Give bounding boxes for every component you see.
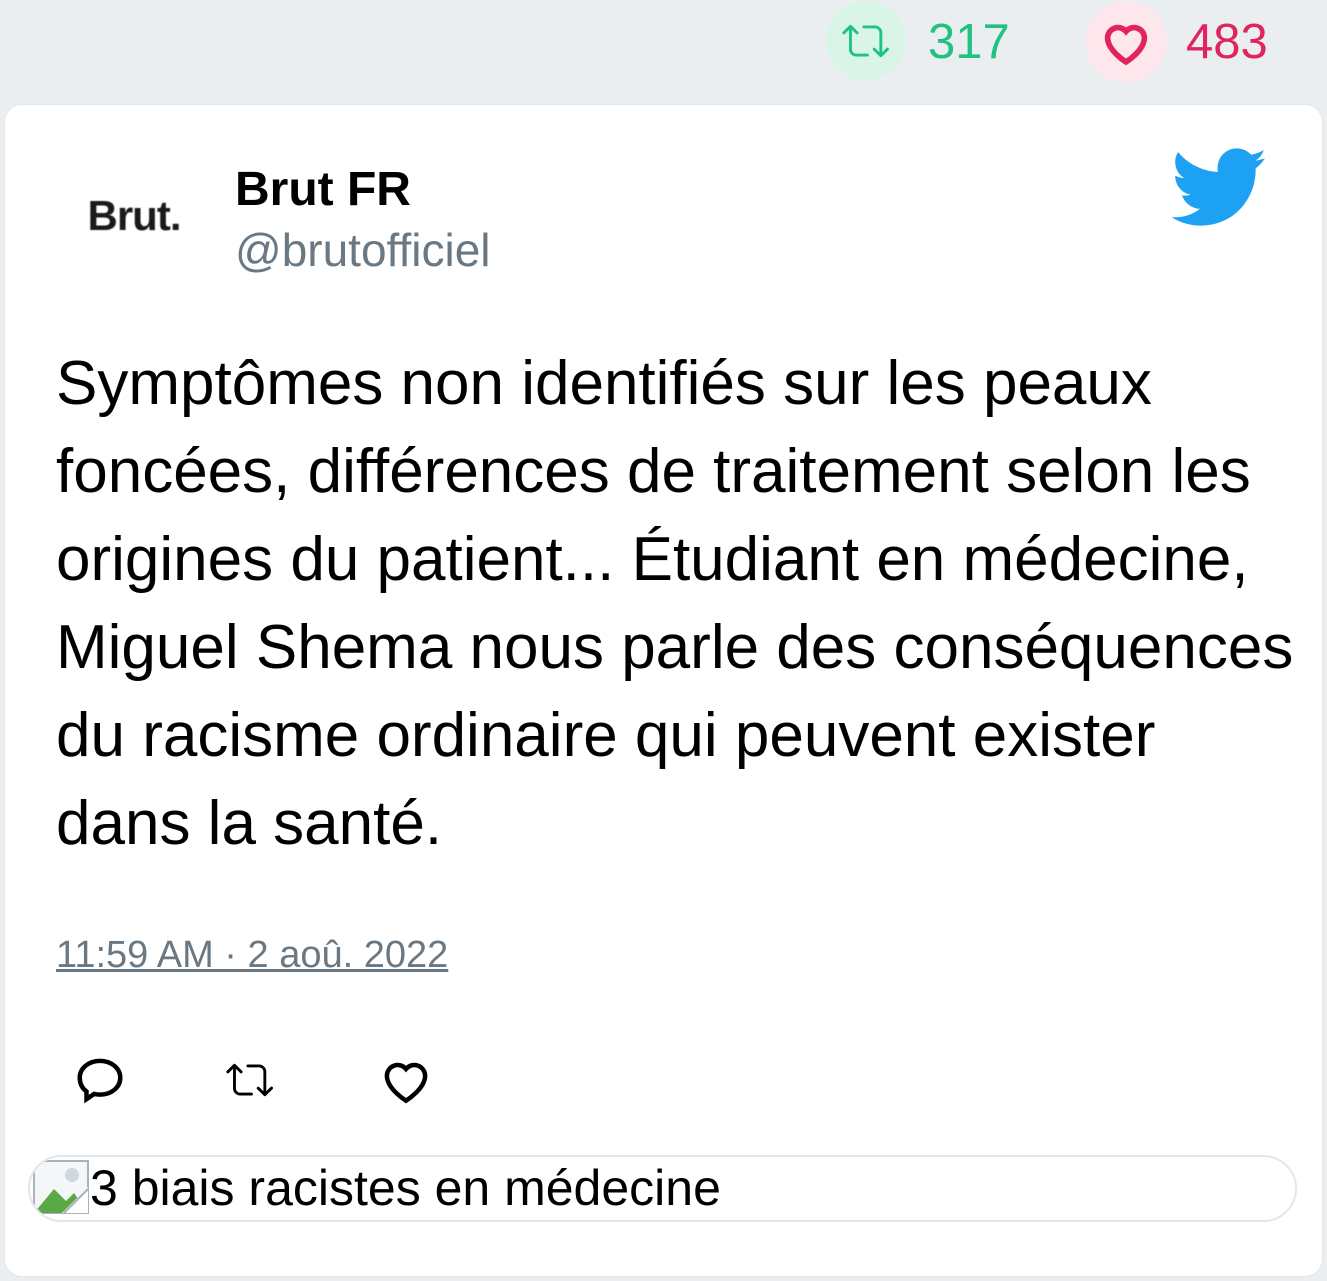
- tweet-timestamp[interactable]: 11:59 AM · 2 aoû. 2022: [56, 932, 448, 978]
- retweet-icon: [226, 1063, 273, 1097]
- like-button[interactable]: [376, 1050, 436, 1110]
- reply-icon: [77, 1058, 123, 1104]
- author-name[interactable]: Brut FR: [235, 162, 411, 218]
- twitter-bird-icon[interactable]: [1172, 148, 1268, 228]
- retweet-button[interactable]: [220, 1050, 280, 1110]
- avatar-logo-text: Brut.: [87, 192, 182, 239]
- avatar[interactable]: Brut.: [78, 160, 190, 272]
- like-count: 483: [1186, 15, 1268, 69]
- reply-button[interactable]: [70, 1050, 130, 1110]
- retweet-stat-button[interactable]: [826, 1, 906, 81]
- broken-image-icon: [33, 1160, 89, 1214]
- tweet-text: Symptômes non identifiés sur les peaux f…: [56, 349, 1294, 858]
- retweet-icon: [842, 24, 889, 58]
- link-preview-card[interactable]: 3 biais racistes en médecine: [28, 1155, 1297, 1222]
- heart-icon: [384, 1062, 428, 1104]
- like-stat-button[interactable]: [1085, 1, 1167, 83]
- heart-icon: [1104, 24, 1148, 66]
- link-preview-title: 3 biais racistes en médecine: [90, 1160, 721, 1216]
- retweet-count: 317: [928, 15, 1010, 69]
- engagement-stats-bar: 317 483: [0, 0, 1327, 100]
- author-handle[interactable]: @brutofficiel: [235, 224, 491, 276]
